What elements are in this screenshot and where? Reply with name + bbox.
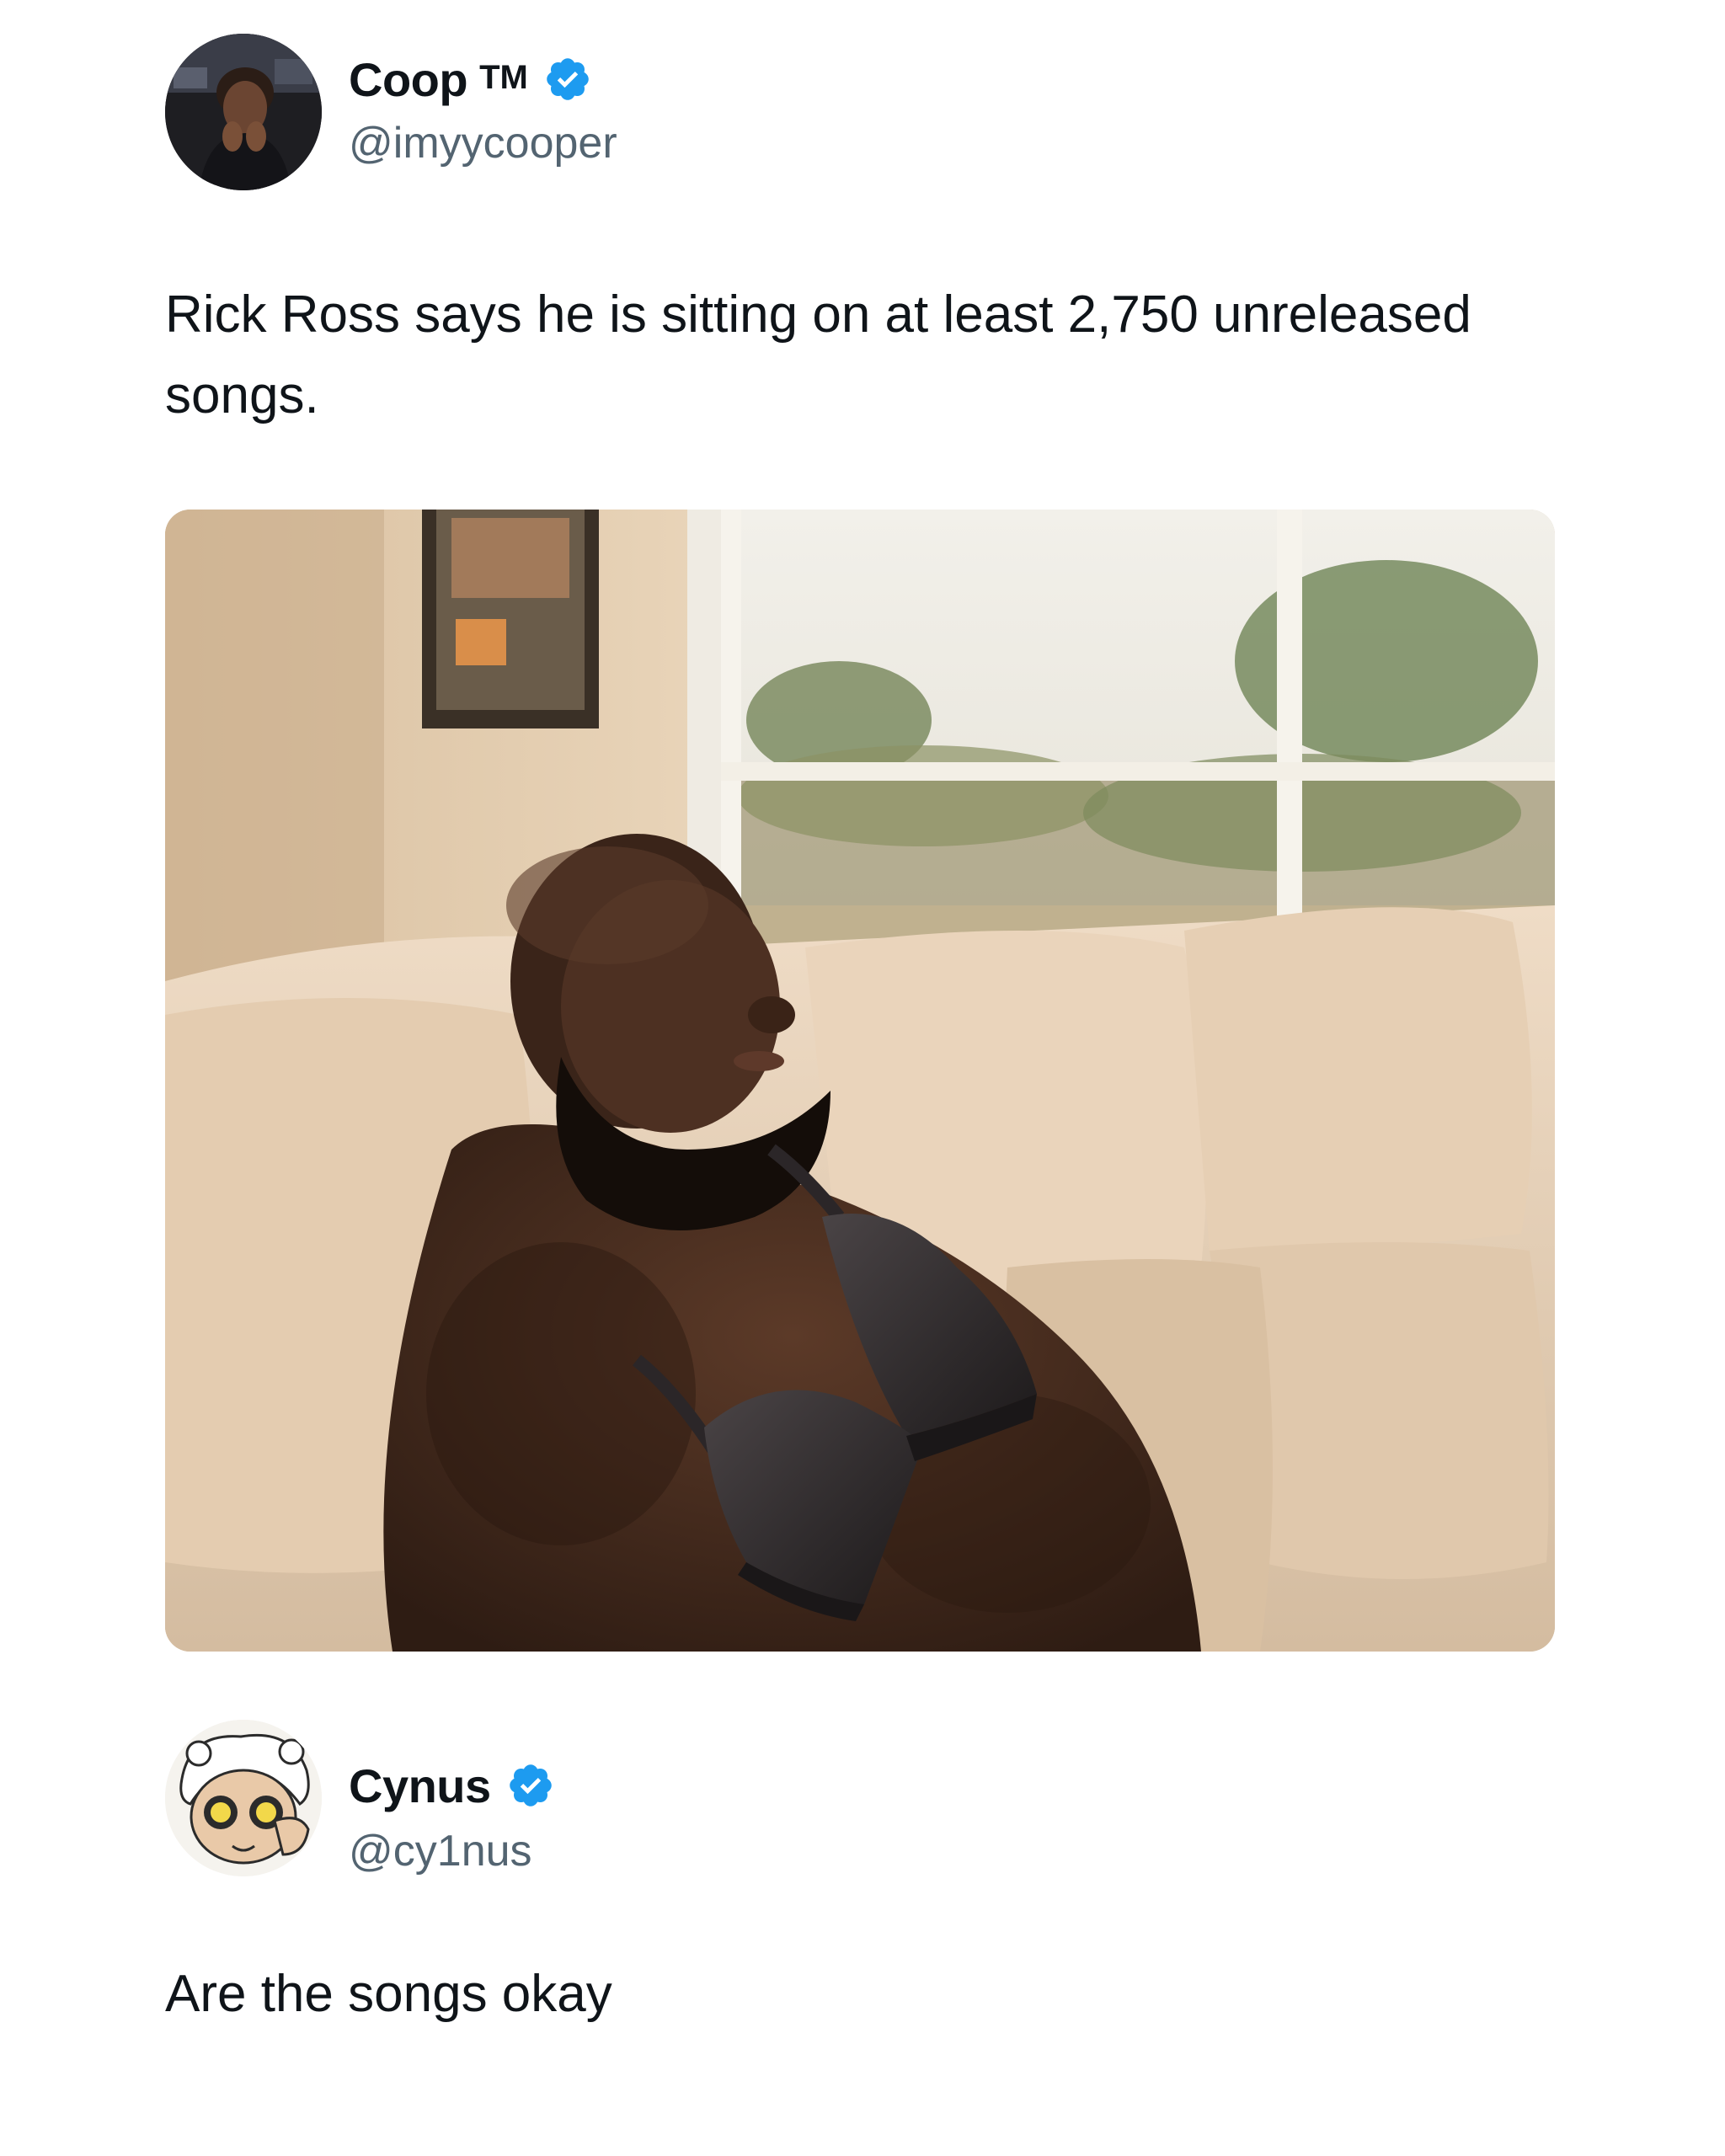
author-display-name[interactable]: Coop (349, 52, 468, 107)
author-name-row[interactable]: Coop TM (349, 47, 592, 111)
photo-shirtless-man-on-couch-with-bra-icon (165, 510, 1555, 1652)
author-avatar[interactable] (165, 34, 322, 190)
reply-body-text: Are the songs okay (165, 1965, 612, 2023)
profile-photo-icon (165, 34, 322, 190)
reply-author-avatar[interactable] (165, 1720, 322, 1876)
tweet-media-photo[interactable] (165, 510, 1555, 1652)
reply-author-name-row[interactable]: Cynus (349, 1753, 555, 1817)
anime-character-avatar-icon (165, 1720, 322, 1876)
reply-author-handle[interactable]: @cy1nus (349, 1826, 532, 1876)
verified-badge-icon (547, 58, 589, 100)
author-handle[interactable]: @imyycooper (349, 118, 617, 168)
reply-author-display-name[interactable]: Cynus (349, 1758, 491, 1813)
verified-badge-icon (509, 1764, 552, 1806)
author-name-suffix: TM (479, 58, 528, 96)
tweet-body-text: Rick Ross says he is sitting on at least… (165, 286, 1471, 424)
